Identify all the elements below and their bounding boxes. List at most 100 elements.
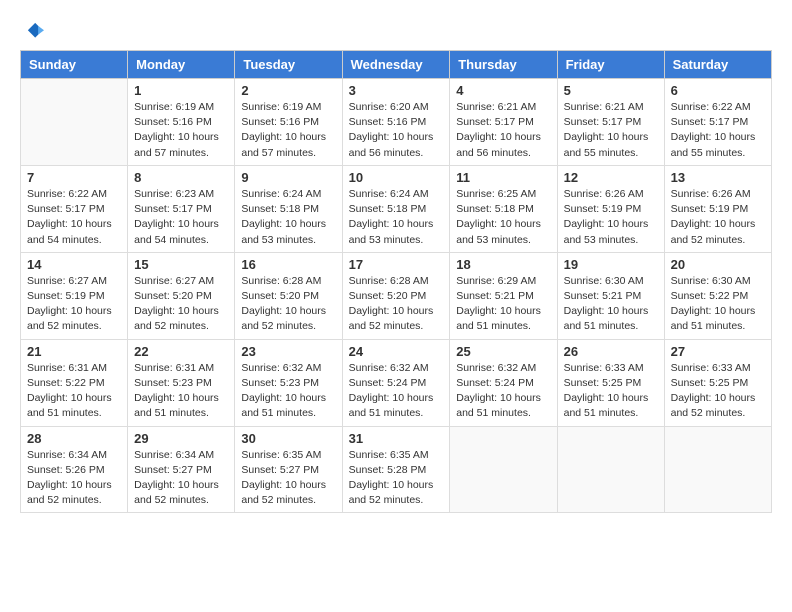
calendar-cell: 8Sunrise: 6:23 AM Sunset: 5:17 PM Daylig… bbox=[128, 165, 235, 252]
day-info: Sunrise: 6:32 AM Sunset: 5:24 PM Dayligh… bbox=[349, 361, 444, 422]
day-number: 22 bbox=[134, 344, 228, 359]
day-info: Sunrise: 6:33 AM Sunset: 5:25 PM Dayligh… bbox=[564, 361, 658, 422]
calendar-cell: 22 Sunrise: 6:31 AM Sunset: 5:23 PM Dayli… bbox=[128, 339, 235, 426]
day-number: 28 bbox=[27, 431, 121, 446]
day-number: 4 bbox=[456, 83, 550, 98]
calendar-cell: 31 Sunrise: 6:35 AM Sunset: 5:28 PM Dayli… bbox=[342, 426, 450, 513]
day-info: Sunrise: 6:25 AM Sunset: 5:18 PM Dayligh… bbox=[456, 187, 550, 248]
day-number: 8 bbox=[134, 170, 228, 185]
day-info: Sunrise: 6:26 AM Sunset: 5:19 PM Dayligh… bbox=[564, 187, 658, 248]
calendar-header-sunday: Sunday bbox=[21, 51, 128, 79]
day-info: Sunrise: 6:22 AM Sunset: 5:17 PM Dayligh… bbox=[27, 187, 121, 248]
day-info: Sunrise: 6:24 AM Sunset: 5:18 PM Dayligh… bbox=[241, 187, 335, 248]
day-info: Sunrise: 6:34 AM Sunset: 5:26 PM Dayligh… bbox=[27, 448, 121, 509]
calendar-cell: 18 Sunrise: 6:29 AM Sunset: 5:21 PM Dayli… bbox=[450, 252, 557, 339]
calendar-cell: 20Sunrise: 6:30 AM Sunset: 5:22 PM Dayli… bbox=[664, 252, 771, 339]
day-info: Sunrise: 6:34 AM Sunset: 5:27 PM Dayligh… bbox=[134, 448, 228, 509]
day-number: 2 bbox=[241, 83, 335, 98]
day-info: Sunrise: 6:20 AM Sunset: 5:16 PM Dayligh… bbox=[349, 100, 444, 161]
logo bbox=[20, 20, 44, 42]
day-number: 14 bbox=[27, 257, 121, 272]
calendar-cell: 1 Sunrise: 6:19 AM Sunset: 5:16 PM Daylig… bbox=[128, 79, 235, 166]
calendar-cell: 3 Sunrise: 6:20 AM Sunset: 5:16 PM Daylig… bbox=[342, 79, 450, 166]
calendar-cell bbox=[664, 426, 771, 513]
day-info: Sunrise: 6:35 AM Sunset: 5:28 PM Dayligh… bbox=[349, 448, 444, 509]
day-number: 7 bbox=[27, 170, 121, 185]
calendar-cell bbox=[450, 426, 557, 513]
calendar-header-saturday: Saturday bbox=[664, 51, 771, 79]
calendar-week-1: 7 Sunrise: 6:22 AM Sunset: 5:17 PM Daylig… bbox=[21, 165, 772, 252]
day-number: 31 bbox=[349, 431, 444, 446]
day-info: Sunrise: 6:32 AM Sunset: 5:24 PM Dayligh… bbox=[456, 361, 550, 422]
calendar-cell: 27 Sunrise: 6:33 AM Sunset: 5:25 PM Dayli… bbox=[664, 339, 771, 426]
logo-icon bbox=[22, 20, 44, 42]
day-number: 9 bbox=[241, 170, 335, 185]
page-container: SundayMondayTuesdayWednesdayThursdayFrid… bbox=[20, 20, 772, 513]
calendar-cell: 2 Sunrise: 6:19 AM Sunset: 5:16 PM Daylig… bbox=[235, 79, 342, 166]
day-number: 19 bbox=[564, 257, 658, 272]
calendar-cell: 7 Sunrise: 6:22 AM Sunset: 5:17 PM Daylig… bbox=[21, 165, 128, 252]
day-number: 23 bbox=[241, 344, 335, 359]
day-info: Sunrise: 6:33 AM Sunset: 5:25 PM Dayligh… bbox=[671, 361, 765, 422]
day-number: 15 bbox=[134, 257, 228, 272]
calendar-week-4: 28 Sunrise: 6:34 AM Sunset: 5:26 PM Dayli… bbox=[21, 426, 772, 513]
day-number: 18 bbox=[456, 257, 550, 272]
day-number: 17 bbox=[349, 257, 444, 272]
day-info: Sunrise: 6:31 AM Sunset: 5:22 PM Dayligh… bbox=[27, 361, 121, 422]
calendar-cell: 25 Sunrise: 6:32 AM Sunset: 5:24 PM Dayli… bbox=[450, 339, 557, 426]
day-info: Sunrise: 6:22 AM Sunset: 5:17 PM Dayligh… bbox=[671, 100, 765, 161]
calendar-cell: 17 Sunrise: 6:28 AM Sunset: 5:20 PM Dayli… bbox=[342, 252, 450, 339]
day-number: 1 bbox=[134, 83, 228, 98]
day-number: 27 bbox=[671, 344, 765, 359]
calendar-cell: 5 Sunrise: 6:21 AM Sunset: 5:17 PM Daylig… bbox=[557, 79, 664, 166]
day-number: 11 bbox=[456, 170, 550, 185]
day-info: Sunrise: 6:19 AM Sunset: 5:16 PM Dayligh… bbox=[134, 100, 228, 161]
day-number: 13 bbox=[671, 170, 765, 185]
calendar-header-friday: Friday bbox=[557, 51, 664, 79]
calendar-header-tuesday: Tuesday bbox=[235, 51, 342, 79]
day-info: Sunrise: 6:30 AM Sunset: 5:21 PM Dayligh… bbox=[564, 274, 658, 335]
calendar-cell: 16Sunrise: 6:28 AM Sunset: 5:20 PM Dayli… bbox=[235, 252, 342, 339]
calendar-cell: 4 Sunrise: 6:21 AM Sunset: 5:17 PM Daylig… bbox=[450, 79, 557, 166]
calendar-header-thursday: Thursday bbox=[450, 51, 557, 79]
day-info: Sunrise: 6:30 AM Sunset: 5:22 PM Dayligh… bbox=[671, 274, 765, 335]
header-row: SundayMondayTuesdayWednesdayThursdayFrid… bbox=[21, 51, 772, 79]
day-info: Sunrise: 6:28 AM Sunset: 5:20 PM Dayligh… bbox=[241, 274, 335, 335]
calendar-cell: 19 Sunrise: 6:30 AM Sunset: 5:21 PM Dayli… bbox=[557, 252, 664, 339]
day-info: Sunrise: 6:28 AM Sunset: 5:20 PM Dayligh… bbox=[349, 274, 444, 335]
calendar-header-monday: Monday bbox=[128, 51, 235, 79]
calendar-cell: 28 Sunrise: 6:34 AM Sunset: 5:26 PM Dayli… bbox=[21, 426, 128, 513]
calendar-cell bbox=[21, 79, 128, 166]
day-info: Sunrise: 6:19 AM Sunset: 5:16 PM Dayligh… bbox=[241, 100, 335, 161]
day-info: Sunrise: 6:27 AM Sunset: 5:19 PM Dayligh… bbox=[27, 274, 121, 335]
day-number: 30 bbox=[241, 431, 335, 446]
day-number: 12 bbox=[564, 170, 658, 185]
day-number: 21 bbox=[27, 344, 121, 359]
day-number: 3 bbox=[349, 83, 444, 98]
calendar-week-3: 21 Sunrise: 6:31 AM Sunset: 5:22 PM Dayli… bbox=[21, 339, 772, 426]
header bbox=[20, 20, 772, 42]
calendar-cell bbox=[557, 426, 664, 513]
day-info: Sunrise: 6:31 AM Sunset: 5:23 PM Dayligh… bbox=[134, 361, 228, 422]
calendar-cell: 9 Sunrise: 6:24 AM Sunset: 5:18 PM Daylig… bbox=[235, 165, 342, 252]
calendar-week-0: 1 Sunrise: 6:19 AM Sunset: 5:16 PM Daylig… bbox=[21, 79, 772, 166]
calendar-cell: 13Sunrise: 6:26 AM Sunset: 5:19 PM Dayli… bbox=[664, 165, 771, 252]
calendar-week-2: 14 Sunrise: 6:27 AM Sunset: 5:19 PM Dayli… bbox=[21, 252, 772, 339]
calendar-cell: 29 Sunrise: 6:34 AM Sunset: 5:27 PM Dayli… bbox=[128, 426, 235, 513]
calendar-cell: 11 Sunrise: 6:25 AM Sunset: 5:18 PM Dayli… bbox=[450, 165, 557, 252]
day-info: Sunrise: 6:35 AM Sunset: 5:27 PM Dayligh… bbox=[241, 448, 335, 509]
day-info: Sunrise: 6:32 AM Sunset: 5:23 PM Dayligh… bbox=[241, 361, 335, 422]
day-number: 24 bbox=[349, 344, 444, 359]
calendar-cell: 15Sunrise: 6:27 AM Sunset: 5:20 PM Dayli… bbox=[128, 252, 235, 339]
day-number: 25 bbox=[456, 344, 550, 359]
day-info: Sunrise: 6:21 AM Sunset: 5:17 PM Dayligh… bbox=[564, 100, 658, 161]
day-info: Sunrise: 6:24 AM Sunset: 5:18 PM Dayligh… bbox=[349, 187, 444, 248]
calendar-cell: 24 Sunrise: 6:32 AM Sunset: 5:24 PM Dayli… bbox=[342, 339, 450, 426]
day-info: Sunrise: 6:21 AM Sunset: 5:17 PM Dayligh… bbox=[456, 100, 550, 161]
day-info: Sunrise: 6:29 AM Sunset: 5:21 PM Dayligh… bbox=[456, 274, 550, 335]
day-number: 5 bbox=[564, 83, 658, 98]
day-number: 29 bbox=[134, 431, 228, 446]
calendar-table: SundayMondayTuesdayWednesdayThursdayFrid… bbox=[20, 50, 772, 513]
logo-area bbox=[20, 20, 44, 42]
calendar-cell: 30 Sunrise: 6:35 AM Sunset: 5:27 PM Dayli… bbox=[235, 426, 342, 513]
